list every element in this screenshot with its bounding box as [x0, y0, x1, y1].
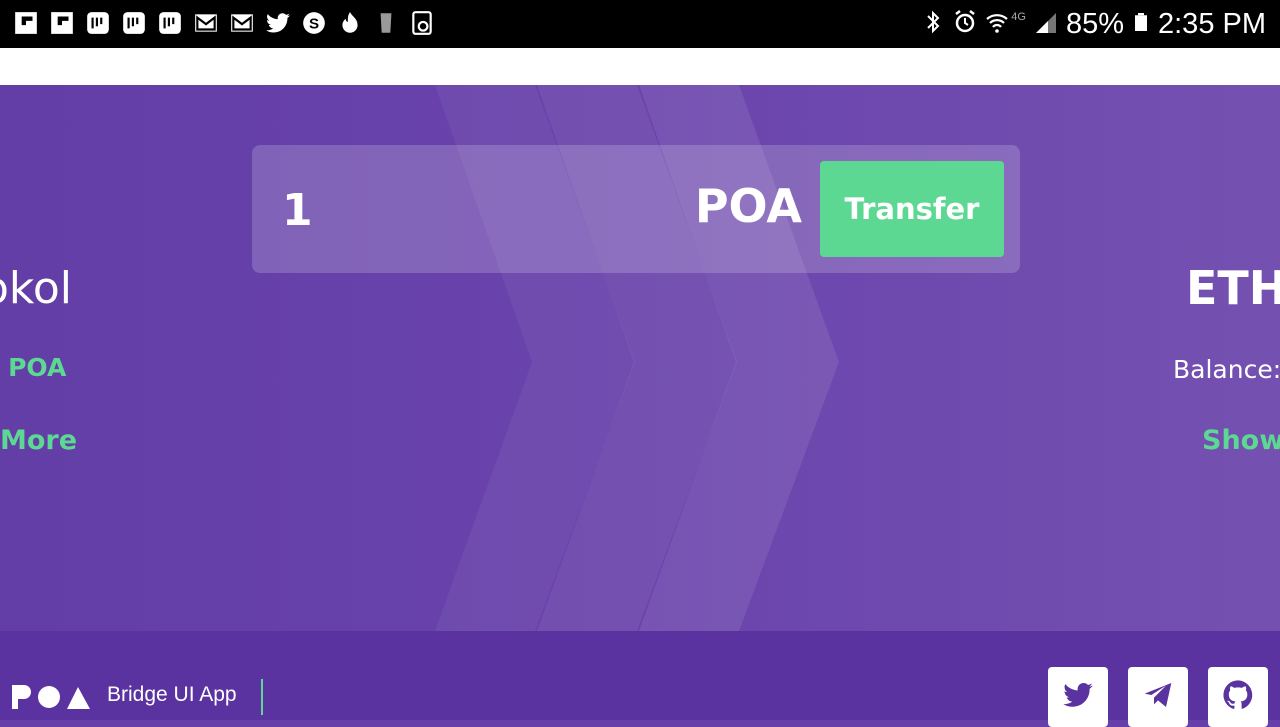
github-icon: [1223, 680, 1253, 709]
home-more-link[interactable]: More: [0, 425, 77, 456]
app-icon: [84, 9, 112, 37]
foreign-show-link[interactable]: Show: [1202, 425, 1280, 456]
poa-logo: [12, 685, 90, 709]
wifi-icon: [985, 9, 1009, 39]
screenshot-icon: [408, 9, 436, 37]
telegram-link[interactable]: [1128, 667, 1188, 727]
notification-icons: S: [12, 9, 436, 37]
gmail-icon: [192, 9, 220, 37]
battery-icon: [1132, 9, 1150, 39]
app-icon: [120, 9, 148, 37]
divider: [261, 679, 263, 715]
currency-label: POA: [694, 179, 802, 233]
twitter-icon: [264, 9, 292, 37]
foreign-balance-label: Balance:: [1173, 355, 1280, 384]
signal-icon: [1034, 9, 1058, 39]
battery-percent: 85%: [1065, 7, 1124, 40]
tinder-icon: [336, 9, 364, 37]
amount-input[interactable]: [282, 183, 642, 237]
github-link[interactable]: [1208, 667, 1268, 727]
address-strip: [0, 48, 1280, 85]
home-network-name: okol: [0, 263, 72, 314]
flipboard-icon: [48, 9, 76, 37]
status-bar: S 4G 85% 2:35 PM: [0, 0, 1280, 48]
bluetooth-icon: [921, 9, 945, 39]
twitter-icon: [1063, 683, 1093, 707]
transfer-button[interactable]: Transfer: [820, 161, 1004, 257]
cup-icon: [372, 9, 400, 37]
transfer-card: POA Transfer: [252, 145, 1020, 273]
app-icon: [156, 9, 184, 37]
home-balance: 0 POA: [0, 353, 67, 382]
clock: 2:35 PM: [1158, 7, 1266, 40]
skype-icon: S: [300, 9, 328, 37]
flipboard-icon: [12, 9, 40, 37]
system-icons: 4G 85% 2:35 PM: [921, 6, 1266, 42]
gmail-icon: [228, 9, 256, 37]
svg-text:S: S: [309, 15, 319, 32]
network-type: 4G: [1011, 11, 1026, 23]
footer: Bridge UI App: [0, 631, 1280, 727]
twitter-link[interactable]: [1048, 667, 1108, 727]
bridge-panel: POA Transfer okol 0 POA More ETH Balance…: [0, 85, 1280, 631]
foreign-network-name: ETH: [1186, 261, 1280, 315]
alarm-icon: [953, 9, 977, 39]
telegram-icon: [1144, 683, 1172, 707]
app-title: Bridge UI App: [107, 683, 237, 706]
